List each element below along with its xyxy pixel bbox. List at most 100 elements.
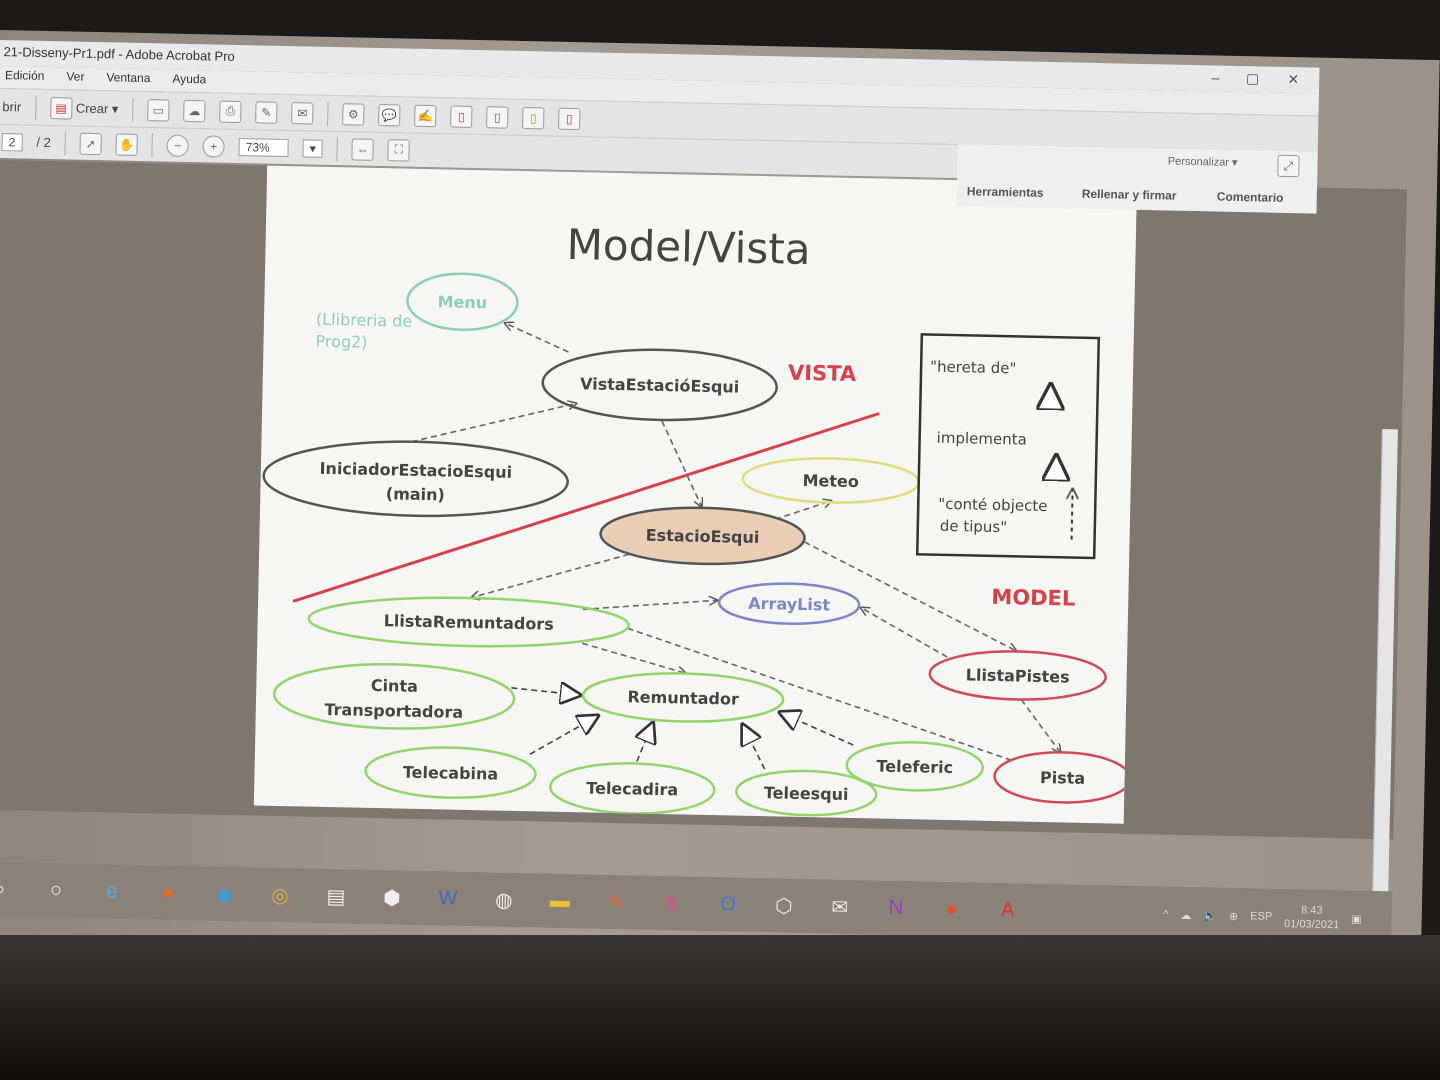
- show-hidden-icons[interactable]: ^: [1163, 909, 1168, 921]
- system-tray: ^ ☁ 🔈 ⊕ ESP 8:43 01/03/2021 ▣: [1163, 901, 1362, 934]
- firefox-icon[interactable]: ●: [154, 878, 183, 907]
- save-icon[interactable]: ▭: [147, 98, 170, 122]
- maximize-button[interactable]: ▢: [1246, 70, 1260, 87]
- mail-icon[interactable]: ✉: [826, 892, 855, 921]
- edge-beta-icon[interactable]: ◍: [490, 885, 519, 914]
- class-nodes: Menu VistaEstacióEsqui IniciadorEstacioEsq…: [262, 272, 1132, 817]
- node-label: LlistaRemuntadors: [383, 611, 553, 634]
- zoom-in-icon[interactable]: +: [202, 134, 226, 158]
- globe-icon[interactable]: ⊕: [1229, 910, 1238, 923]
- language-indicator[interactable]: ESP: [1250, 911, 1272, 923]
- sign-icon[interactable]: ✍: [414, 104, 437, 127]
- node-telecabina: Telecabina: [364, 746, 537, 799]
- library-note-line1: (Llibreria de: [316, 310, 413, 331]
- create-label: Crear ▾: [75, 100, 119, 116]
- 3d-icon[interactable]: ⬢: [378, 883, 407, 912]
- fit-width-icon[interactable]: ⇔: [351, 137, 375, 161]
- clock[interactable]: 8:43 01/03/2021: [1284, 903, 1340, 933]
- edge-llistapistes-arraylist: [859, 607, 948, 658]
- slide-title: Model/Vista: [566, 220, 811, 274]
- node-label: Teleesqui: [764, 783, 849, 804]
- comment-icon[interactable]: 💬: [378, 103, 401, 126]
- node-label: Telecabina: [403, 763, 499, 784]
- zoom-out-icon[interactable]: −: [166, 134, 190, 157]
- clock-time: 8:43: [1301, 904, 1323, 917]
- node-label: ArrayList: [748, 594, 830, 615]
- divider: [336, 136, 339, 161]
- node-llista-pistes: LlistaPistes: [928, 650, 1107, 701]
- notifications-icon[interactable]: ▣: [1351, 912, 1362, 925]
- node-label: Teleferic: [876, 757, 953, 778]
- minimize-button[interactable]: –: [1211, 69, 1219, 85]
- edge-legacy-icon[interactable]: e: [98, 877, 127, 906]
- fit-page-icon[interactable]: ⛶: [387, 138, 410, 162]
- search-document-icon[interactable]: ▯: [486, 105, 509, 129]
- search-icon[interactable]: ⌕: [0, 875, 14, 904]
- node-estacio: EstacioEsqui: [599, 506, 806, 566]
- expand-icon[interactable]: ⤢: [1277, 154, 1300, 178]
- chrome-icon[interactable]: ◎: [266, 881, 295, 910]
- onenote-icon[interactable]: N: [882, 894, 911, 923]
- customize-dropdown[interactable]: Personalizar ▾: [1168, 154, 1238, 168]
- edit-icon[interactable]: ✎: [255, 100, 278, 124]
- edge-llistaremuntadors-remuntador: [582, 642, 688, 673]
- edge-cinta-remuntador: [511, 688, 582, 695]
- legend-inherits: "hereta de": [930, 358, 1017, 378]
- node-meteo: Meteo: [741, 457, 920, 504]
- zoom-dropdown[interactable]: ▾: [302, 138, 323, 158]
- node-label: Cinta: [371, 676, 418, 696]
- tab-rellenar-firmar[interactable]: Rellenar y firmar: [1082, 187, 1177, 203]
- node-label: Menu: [437, 292, 487, 312]
- form-icon[interactable]: ▯: [558, 107, 581, 130]
- uml-diagram: Model/Vista Menu VistaEstacióEsqui Iniciad…: [262, 220, 1132, 817]
- cortana-icon[interactable]: ○: [42, 876, 71, 905]
- node-label: Meteo: [802, 471, 859, 491]
- menu-ver[interactable]: Ver: [66, 69, 84, 87]
- record-icon[interactable]: ●: [938, 895, 967, 924]
- tool-icon[interactable]: ♜: [658, 889, 687, 918]
- create-button[interactable]: ▤ Crear ▾: [49, 96, 119, 120]
- acrobat-icon[interactable]: A: [993, 896, 1022, 925]
- notepad-icon[interactable]: ▤: [322, 882, 351, 911]
- node-label: Pista: [1040, 768, 1086, 788]
- box-icon[interactable]: ⬡: [770, 891, 799, 920]
- page-number-input[interactable]: 2: [1, 132, 23, 151]
- divider: [34, 95, 37, 120]
- delete-page-icon[interactable]: ▯: [450, 104, 473, 128]
- cloud-upload-icon[interactable]: ☁: [183, 99, 206, 122]
- node-label: LlistaPistes: [966, 665, 1070, 686]
- open-button[interactable]: brir: [2, 99, 21, 114]
- window-title: 21-Disseny-Pr1.pdf - Adobe Acrobat Pro: [3, 44, 235, 64]
- menu-ventana[interactable]: Ventana: [106, 70, 150, 89]
- export-icon[interactable]: ▯: [522, 106, 545, 129]
- edge-icon[interactable]: ◉: [210, 880, 239, 909]
- edge-teleesqui-remuntador: [741, 723, 766, 770]
- legend-implements: implementa: [936, 429, 1026, 449]
- menu-ayuda[interactable]: Ayuda: [172, 72, 206, 91]
- create-pdf-icon: ▤: [49, 96, 73, 120]
- print-icon[interactable]: ⎙: [219, 100, 242, 123]
- legend-inherits-arrow: [1050, 382, 1051, 409]
- zoom-input[interactable]: 73%: [238, 137, 289, 157]
- word-icon[interactable]: W: [434, 884, 463, 913]
- paint-icon[interactable]: ✎: [602, 888, 631, 917]
- tab-herramientas[interactable]: Herramientas: [967, 184, 1044, 200]
- close-button[interactable]: ✕: [1287, 71, 1299, 88]
- node-label: IniciadorEstacioEsqui: [319, 459, 512, 482]
- settings-icon[interactable]: ⚙: [342, 102, 365, 126]
- explorer-icon[interactable]: ▬: [546, 887, 575, 916]
- volume-icon[interactable]: 🔈: [1203, 909, 1217, 922]
- edge-llistapistes-pista: [1020, 699, 1062, 754]
- tab-comentario[interactable]: Comentario: [1217, 190, 1284, 205]
- outlook-icon[interactable]: O: [714, 890, 743, 919]
- library-note-line2: Prog2): [315, 332, 367, 352]
- select-tool-icon[interactable]: ➚: [79, 132, 103, 155]
- network-icon[interactable]: ☁: [1180, 909, 1191, 922]
- menu-edicion[interactable]: Edición: [5, 68, 45, 87]
- hand-tool-icon[interactable]: ✋: [115, 132, 139, 156]
- node-cinta: Cinta Transportadora: [272, 663, 516, 730]
- node-menu: Menu: [406, 272, 519, 332]
- email-icon[interactable]: ✉: [291, 101, 314, 125]
- legend-contains-line1: "conté objecte: [938, 495, 1048, 515]
- node-label: (main): [386, 484, 445, 504]
